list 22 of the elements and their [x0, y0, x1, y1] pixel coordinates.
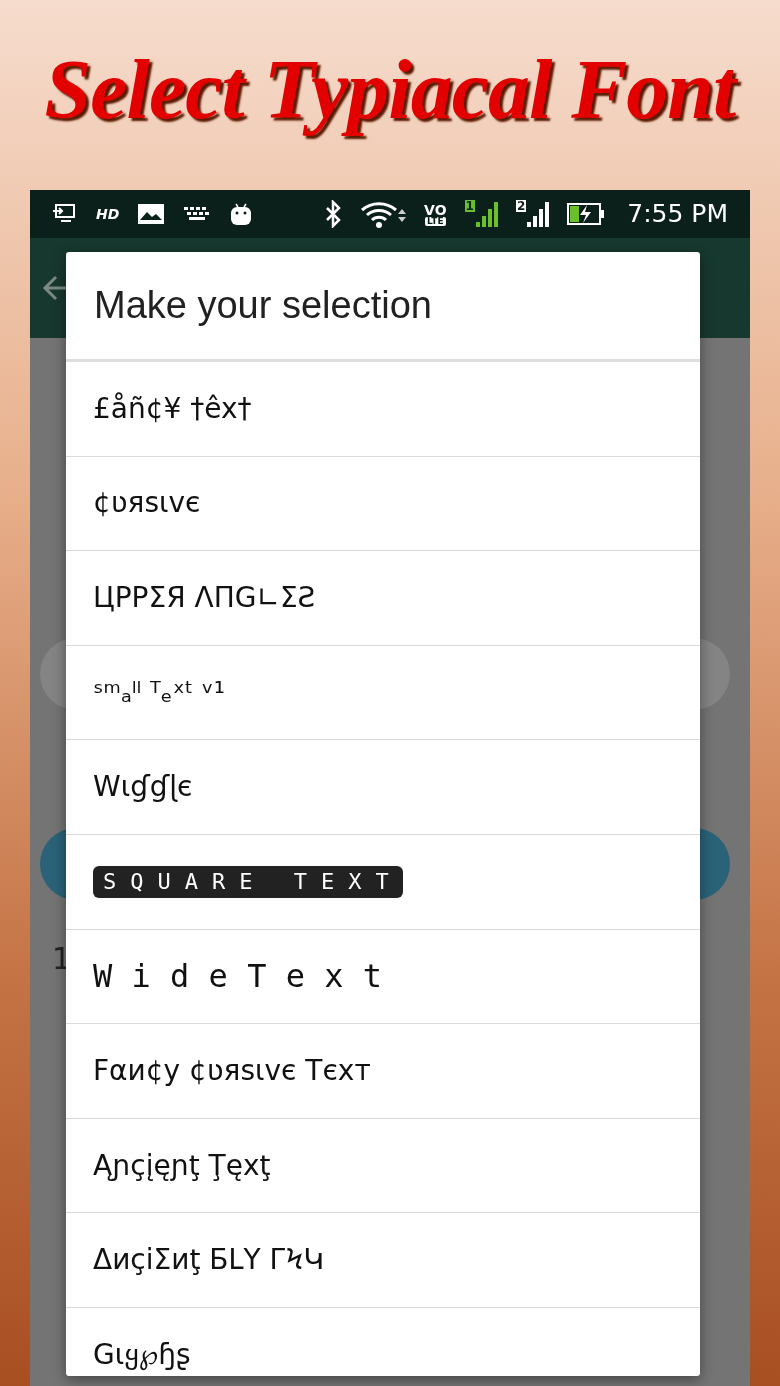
- font-option[interactable]: ЦPPΣЯ ΛПG∟ΣƧ: [93, 577, 316, 619]
- font-option[interactable]: ˢᵐₐˡˡ ᵀₑˣᵗ ᵛ¹: [93, 671, 225, 714]
- image-icon: [137, 203, 166, 225]
- clock-time: 7:55 PM: [627, 198, 728, 231]
- font-option[interactable]: ΔиçiΣиţ БԼҮ ΓϞԿ: [93, 1239, 324, 1282]
- font-option[interactable]: Wιɠɠɭє: [93, 766, 193, 809]
- font-option[interactable]: £åñ¢¥ †êx†: [93, 387, 252, 430]
- bluetooth-icon: [324, 200, 343, 228]
- font-option[interactable]: SQUARE TEXT: [93, 865, 403, 898]
- battery-charging-icon: [567, 203, 606, 225]
- wifi-icon: [360, 200, 407, 228]
- keyboard-icon: [183, 206, 212, 222]
- dialog-title: Make your selection: [94, 283, 432, 328]
- android-icon: [229, 202, 254, 226]
- font-option[interactable]: W i d e T e x t: [93, 952, 382, 1001]
- backdrop-text: 1: [52, 940, 72, 978]
- cast-screen-icon: [52, 203, 78, 225]
- font-option[interactable]: Gιყ℘ɧʂ: [93, 1333, 191, 1376]
- font-option[interactable]: ¢ʋяѕιvє: [93, 482, 201, 525]
- font-option[interactable]: Fαи¢у ¢ʋяѕιvє Tєxт: [93, 1049, 371, 1092]
- hd-label: HD: [96, 204, 120, 224]
- font-option[interactable]: Ąɲçįęɲţ Ţęxţ: [93, 1144, 271, 1187]
